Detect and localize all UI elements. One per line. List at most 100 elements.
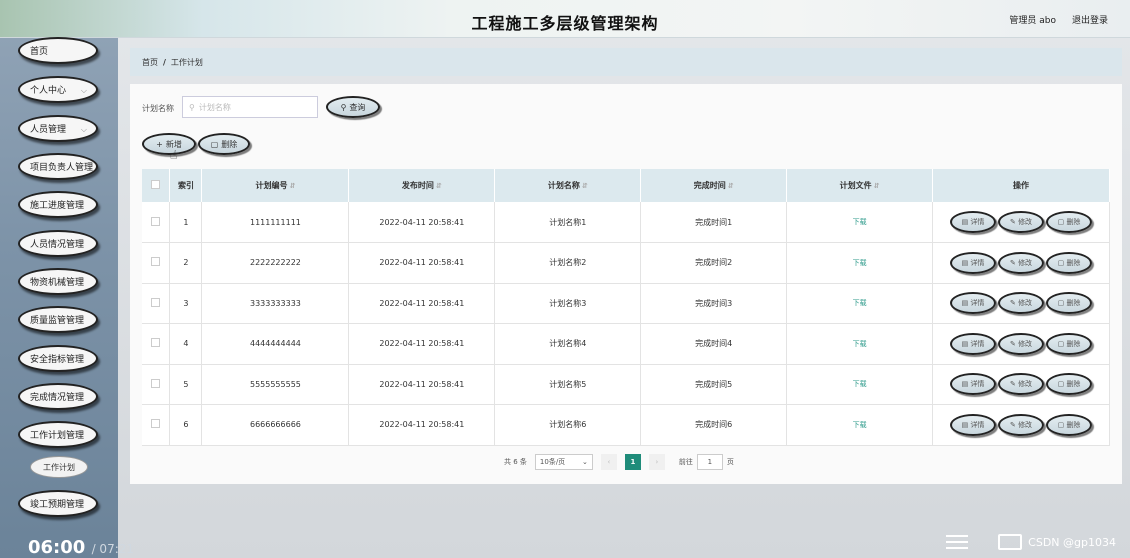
delete-button[interactable]: ▢ 删除 [1046, 292, 1093, 315]
video-controls: CSDN @gp1034 [946, 534, 1116, 550]
next-page-button[interactable]: › [648, 454, 665, 470]
delete-button[interactable]: ▢ 删除 [1046, 373, 1093, 396]
cell-ops: ▤ 详情 ✎ 修改 ▢ 删除 [932, 404, 1110, 446]
query-button[interactable]: ⚲ 查询 [326, 96, 380, 118]
download-link[interactable]: 下载 [853, 340, 867, 348]
cell-index: 5 [169, 364, 203, 405]
detail-button[interactable]: ▤ 详情 [950, 373, 997, 396]
edit-button[interactable]: ✎ 修改 [998, 413, 1045, 436]
sidebar-item[interactable]: 工作计划管理 [18, 421, 98, 448]
sidebar-item[interactable]: 竣工预期管理 [18, 490, 98, 517]
edit-button[interactable]: ✎ 修改 [998, 373, 1045, 396]
cell-done: 完成时间2 [640, 242, 788, 284]
delete-button[interactable]: ▢ 删除 [1046, 251, 1093, 274]
logout-link[interactable]: 退出登录 [1072, 13, 1108, 26]
sidebar-item[interactable]: 个人中心 ⌵ [18, 76, 98, 103]
breadcrumb: 首页 / 工作计划 [130, 48, 1122, 76]
column-header-name[interactable]: 计划名称 ⇵ [494, 169, 642, 202]
download-link[interactable]: 下载 [853, 421, 867, 429]
delete-button[interactable]: ▢ 删除 [1046, 413, 1093, 436]
download-link[interactable]: 下载 [853, 380, 867, 388]
detail-button[interactable]: ▤ 详情 [950, 251, 997, 274]
pencil-icon: ✎ [1009, 218, 1016, 226]
row-checkbox[interactable] [142, 404, 171, 446]
sidebar-item[interactable]: 首页 [18, 37, 98, 64]
pagination-total: 共 6 条 [504, 458, 527, 466]
page-size-select[interactable]: 10条/页 ⌄ [534, 454, 593, 470]
video-total-time: / 07:21 [91, 542, 135, 556]
pencil-icon: ✎ [1009, 258, 1016, 267]
detail-button[interactable]: ▤ 详情 [950, 413, 997, 436]
edit-button[interactable]: ✎ 修改 [998, 292, 1045, 315]
download-link[interactable]: 下载 [853, 299, 867, 307]
batch-delete-button[interactable]: ▢ 删除 [198, 133, 250, 155]
row-checkbox[interactable] [142, 283, 171, 324]
add-button[interactable]: + 新增 [142, 133, 196, 155]
query-button-label: 查询 [349, 102, 366, 112]
cell-code: 1111111111 [201, 202, 350, 243]
mouse-cursor-icon: ☝ [170, 148, 178, 162]
sidebar-item-label: 安全指标管理 [30, 355, 85, 365]
sidebar-item[interactable]: 人员情况管理 [18, 230, 98, 257]
column-header-file[interactable]: 计划文件 ⇵ [786, 169, 934, 202]
detail-button[interactable]: ▤ 详情 [950, 211, 997, 233]
row-checkbox[interactable] [142, 323, 171, 365]
search-input[interactable]: ⚲ 计划名称 [182, 96, 318, 118]
column-header-code[interactable]: 计划编号 ⇵ [201, 169, 350, 202]
cell-name: 计划名称5 [494, 364, 642, 405]
breadcrumb-home[interactable]: 首页 [142, 57, 158, 68]
goto-page-input[interactable]: 1 [696, 454, 723, 470]
playlist-icon[interactable] [946, 534, 969, 550]
table-row: 1 1111111111 2022-04-11 20:58:41 计划名称1 完成时间1… [142, 202, 1110, 243]
column-header-time[interactable]: 发布时间 ⇵ [348, 169, 496, 202]
cell-ops: ▤ 详情 ✎ 修改 ▢ 删除 [932, 364, 1110, 405]
document-icon: ▤ [961, 299, 969, 308]
row-checkbox[interactable] [142, 242, 171, 284]
download-link[interactable]: 下载 [853, 259, 867, 267]
cell-time: 2022-04-11 20:58:41 [348, 202, 496, 243]
row-checkbox[interactable] [142, 202, 171, 243]
cell-code: 3333333333 [201, 283, 350, 324]
cell-done: 完成时间3 [640, 283, 788, 324]
sidebar-item[interactable]: 质量监管管理 [18, 306, 98, 333]
chevron-down-icon: ⌵ [80, 86, 87, 95]
sidebar-item[interactable]: 人员管理 ⌵ [18, 115, 98, 142]
cell-name: 计划名称6 [494, 404, 642, 446]
sort-icon: ⇵ [435, 182, 442, 190]
table-row: 5 5555555555 2022-04-11 20:58:41 计划名称5 完成时间5… [142, 364, 1110, 405]
select-all-checkbox[interactable] [142, 169, 171, 202]
cell-file: 下载 [786, 364, 934, 405]
cell-ops: ▤ 详情 ✎ 修改 ▢ 删除 [932, 283, 1110, 324]
document-icon: ▤ [961, 339, 969, 348]
document-icon: ▤ [961, 258, 969, 267]
delete-button[interactable]: ▢ 删除 [1046, 211, 1093, 233]
table-row: 3 3333333333 2022-04-11 20:58:41 计划名称3 完成时间3… [142, 283, 1110, 324]
edit-button[interactable]: ✎ 修改 [998, 251, 1045, 274]
sort-icon: ⇵ [873, 182, 880, 190]
detail-button[interactable]: ▤ 详情 [950, 292, 997, 315]
edit-button[interactable]: ✎ 修改 [998, 332, 1045, 355]
edit-button[interactable]: ✎ 修改 [998, 211, 1045, 233]
sort-icon: ⇵ [581, 182, 588, 190]
sidebar-item[interactable]: 安全指标管理 [18, 345, 98, 372]
trash-icon: ▢ [1057, 258, 1065, 267]
prev-page-button[interactable]: ‹ [600, 454, 617, 470]
current-user: 管理员 abo [1009, 16, 1056, 26]
download-link[interactable]: 下载 [853, 218, 867, 226]
pencil-icon: ✎ [1009, 380, 1016, 389]
cell-time: 2022-04-11 20:58:41 [348, 364, 496, 405]
sidebar-item[interactable]: 施工进度管理 [18, 191, 98, 218]
cell-time: 2022-04-11 20:58:41 [348, 242, 496, 284]
sidebar-item[interactable]: 物资机械管理 [18, 268, 98, 295]
breadcrumb-current: 工作计划 [170, 57, 203, 67]
delete-button[interactable]: ▢ 删除 [1046, 332, 1093, 355]
column-header-done[interactable]: 完成时间 ⇵ [640, 169, 788, 202]
subtitle-icon[interactable] [998, 534, 1023, 550]
detail-button[interactable]: ▤ 详情 [950, 332, 997, 355]
sidebar-subitem-work-plan[interactable]: 工作计划 [30, 456, 88, 478]
page-number-current[interactable]: 1 [624, 454, 641, 470]
sidebar-item[interactable]: 完成情况管理 [18, 383, 98, 410]
cell-code: 2222222222 [201, 242, 350, 284]
row-checkbox[interactable] [142, 364, 171, 405]
sidebar-item[interactable]: 项目负责人管理 [18, 153, 98, 180]
